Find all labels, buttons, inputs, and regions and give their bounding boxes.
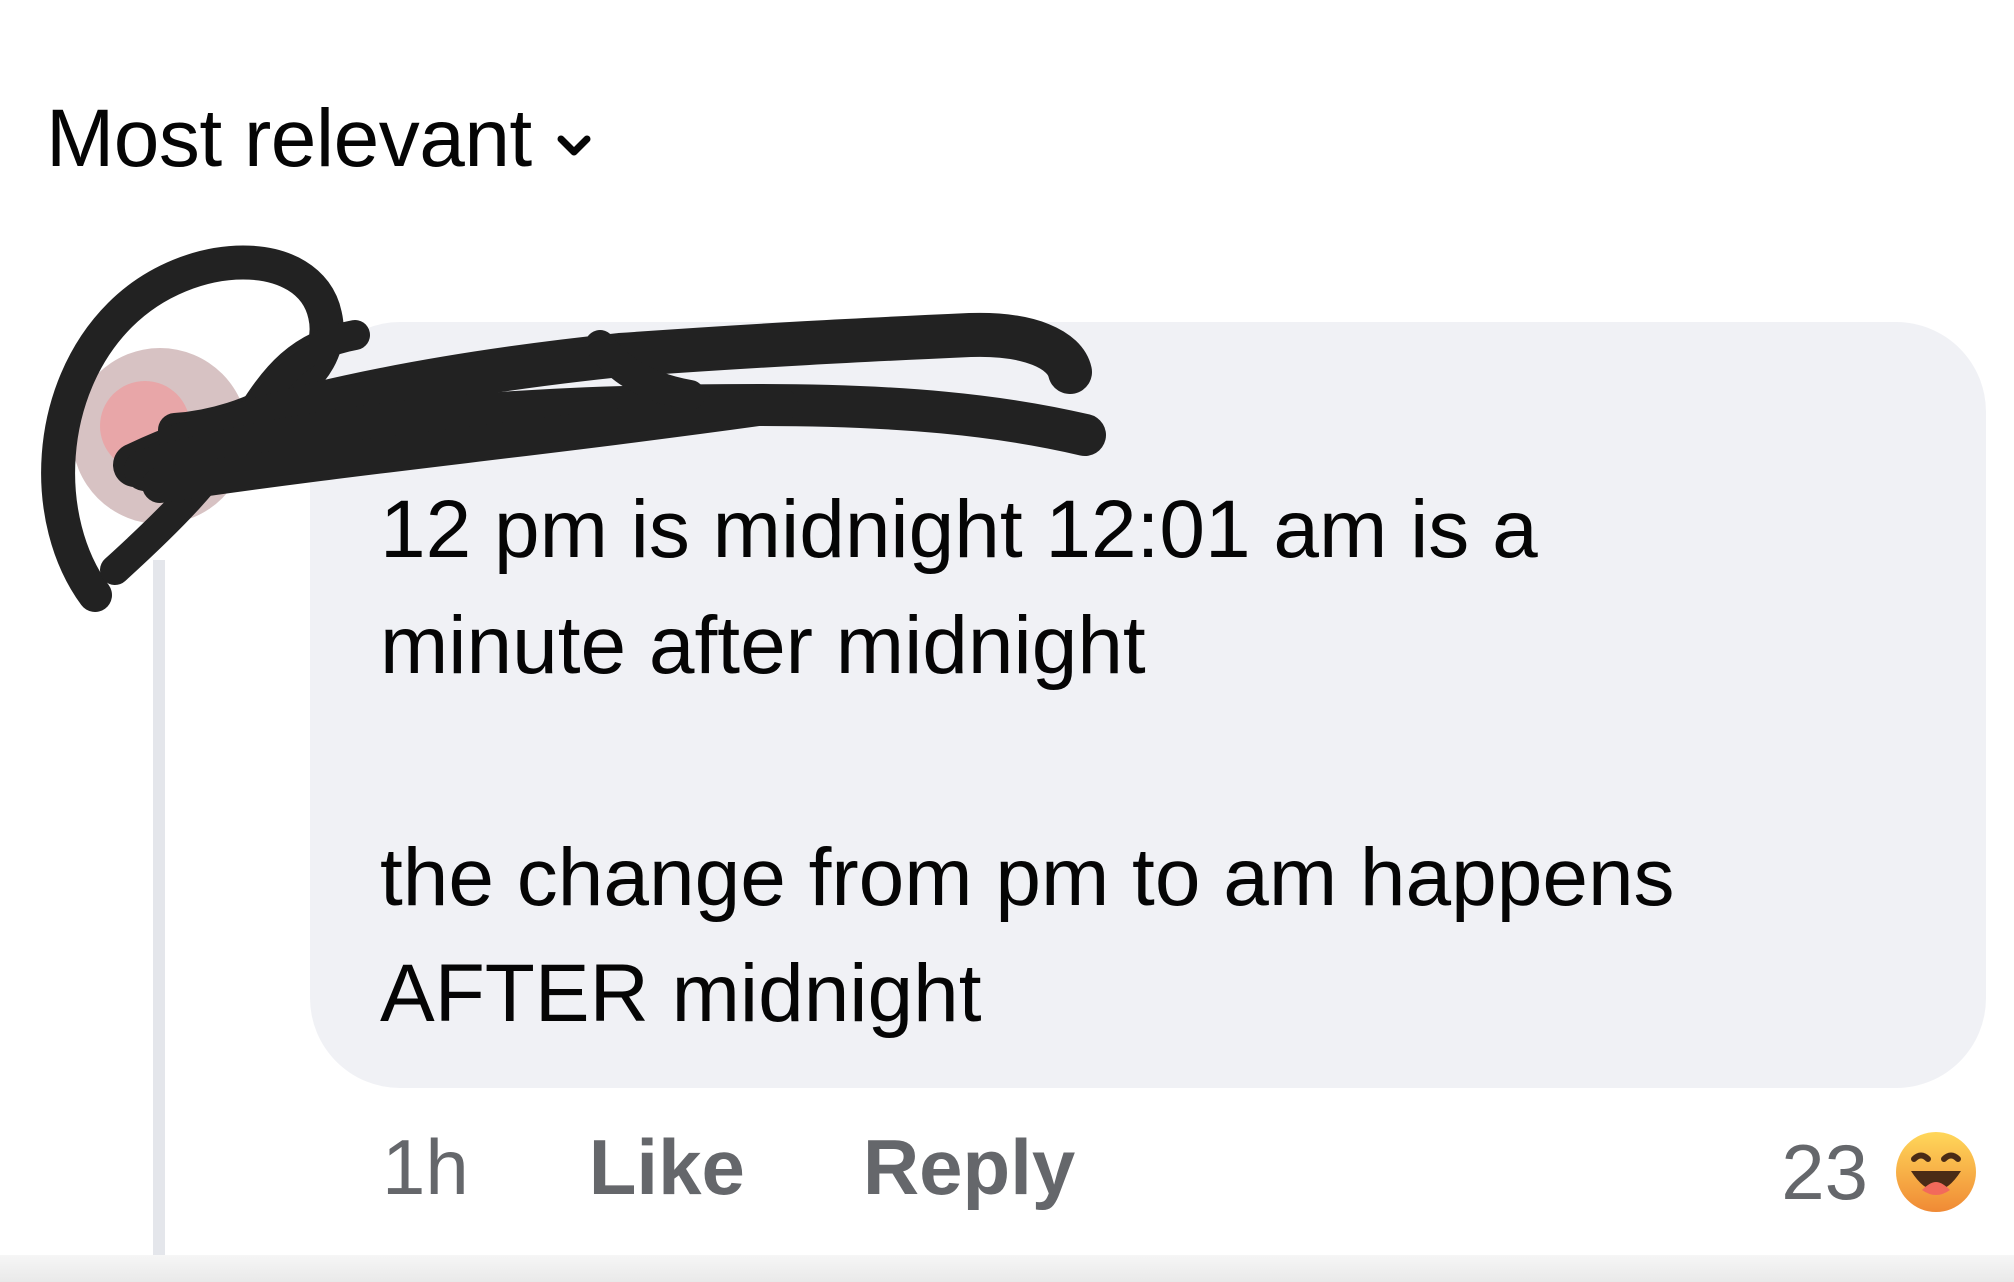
thread-line [153, 560, 165, 1282]
reply-button[interactable]: Reply [863, 1128, 1075, 1206]
comment-text: 12 pm is midnight 12:01 am is a minute a… [380, 484, 1675, 1039]
reaction-summary[interactable]: 23 [1781, 1124, 1984, 1220]
haha-emoji-icon [1888, 1124, 1984, 1220]
comment-timestamp: 1h [382, 1123, 469, 1211]
avatar[interactable] [40, 296, 280, 596]
chevron-down-icon [554, 126, 594, 166]
like-button[interactable]: Like [589, 1128, 745, 1206]
bottom-divider [0, 1255, 2014, 1282]
sort-selector[interactable]: Most relevant [46, 98, 594, 180]
sort-label: Most relevant [46, 93, 532, 184]
comment-actions: 1h Like Reply [382, 1128, 1193, 1206]
reaction-count: 23 [1781, 1128, 1868, 1216]
